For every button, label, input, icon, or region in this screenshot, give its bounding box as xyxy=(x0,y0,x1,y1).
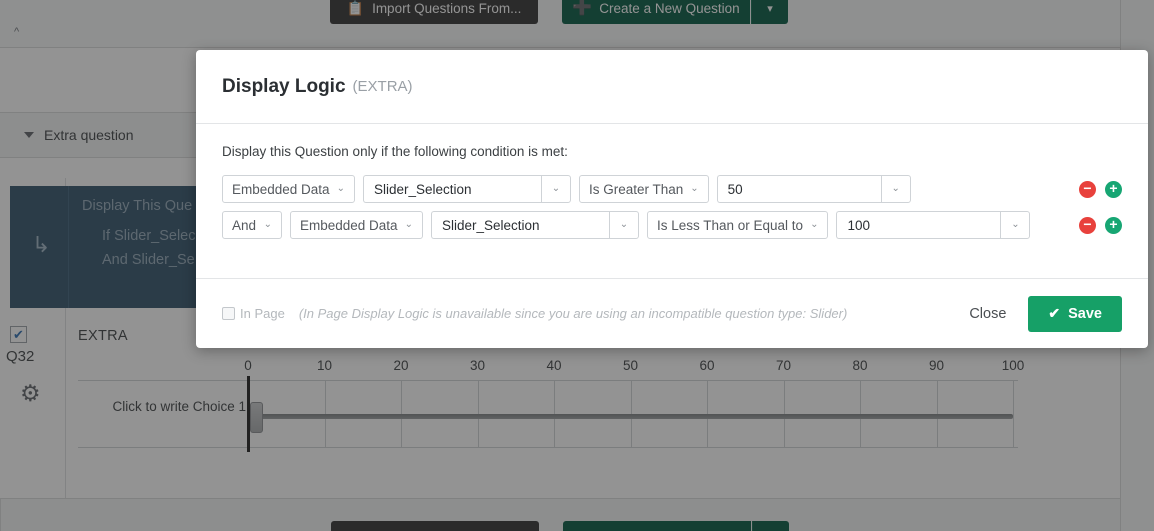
condition-value-dropdown-toggle[interactable]: ⌄ xyxy=(1000,211,1031,239)
conjunction-value: And xyxy=(232,217,257,233)
condition-row-actions: − + xyxy=(1079,216,1122,234)
app-root: 📋 Import Questions From... ➕ Create a Ne… xyxy=(0,0,1154,531)
condition-value-input[interactable]: 100 xyxy=(836,211,1001,239)
condition-value-combo: 100 ⌄ xyxy=(836,211,1031,239)
modal-subtitle: (EXTRA) xyxy=(352,78,413,95)
condition-field-dropdown-toggle[interactable]: ⌄ xyxy=(540,175,571,203)
condition-source-select[interactable]: Embedded Data ⌄ xyxy=(290,211,423,239)
modal-header: Display Logic (EXTRA) xyxy=(196,50,1148,124)
condition-prompt: Display this Question only if the follow… xyxy=(222,144,568,159)
checkmark-icon: ✔ xyxy=(1048,305,1061,321)
condition-operator-select[interactable]: Is Greater Than ⌄ xyxy=(578,175,709,203)
in-page-checkbox-group: In Page xyxy=(222,306,285,321)
footer-actions: Close ✔ Save xyxy=(965,295,1122,332)
condition-row: Embedded Data ⌄ Slider_Selection ⌄ Is Greate… xyxy=(222,175,1122,203)
condition-field-combo: Slider_Selection ⌄ xyxy=(362,175,571,203)
condition-operator-value: Is Less Than or Equal to xyxy=(656,217,804,233)
condition-field-input[interactable]: Slider_Selection xyxy=(430,211,609,239)
condition-row-actions: − + xyxy=(1079,180,1122,198)
condition-source-value: Embedded Data xyxy=(232,181,330,197)
condition-value-dropdown-toggle[interactable]: ⌄ xyxy=(880,175,911,203)
display-logic-modal: Display Logic (EXTRA) Display this Quest… xyxy=(196,50,1148,348)
in-page-label: In Page xyxy=(240,306,285,321)
condition-source-select[interactable]: Embedded Data ⌄ xyxy=(222,175,355,203)
chevron-down-icon: ⌄ xyxy=(891,183,900,194)
condition-source-value: Embedded Data xyxy=(300,217,398,233)
condition-value-combo: 50 ⌄ xyxy=(716,175,911,203)
save-button-label: Save xyxy=(1068,305,1102,322)
minus-circle-icon[interactable]: − xyxy=(1079,216,1096,234)
condition-field-combo: Slider_Selection ⌄ xyxy=(430,211,639,239)
plus-glyph: + xyxy=(1109,180,1118,196)
plus-circle-icon[interactable]: + xyxy=(1105,216,1122,234)
condition-list: Embedded Data ⌄ Slider_Selection ⌄ Is Greate… xyxy=(222,175,1122,239)
chevron-down-icon: ⌄ xyxy=(619,219,629,230)
chevron-down-icon: ⌄ xyxy=(551,183,561,194)
chevron-down-icon: ⌄ xyxy=(690,183,699,194)
minus-circle-icon[interactable]: − xyxy=(1079,180,1096,198)
condition-field-dropdown-toggle[interactable]: ⌄ xyxy=(608,211,639,239)
condition-row: And ⌄ Embedded Data ⌄ Slider_Selection ⌄ Is Le… xyxy=(222,211,1122,239)
plus-glyph: + xyxy=(1109,216,1118,232)
chevron-down-icon: ⌄ xyxy=(810,219,819,230)
modal-title: Display Logic xyxy=(222,75,346,97)
minus-glyph: − xyxy=(1083,180,1092,196)
chevron-down-icon: ⌄ xyxy=(263,219,272,230)
condition-operator-select[interactable]: Is Less Than or Equal to ⌄ xyxy=(646,211,829,239)
chevron-down-icon: ⌄ xyxy=(404,219,413,230)
chevron-down-icon: ⌄ xyxy=(336,183,345,194)
condition-value-input[interactable]: 50 xyxy=(716,175,881,203)
condition-field-input[interactable]: Slider_Selection xyxy=(362,175,541,203)
modal-body: Display this Question only if the follow… xyxy=(196,124,1148,278)
modal-footer: In Page (In Page Display Logic is unavai… xyxy=(196,278,1148,348)
close-button[interactable]: Close xyxy=(965,300,1010,328)
in-page-checkbox xyxy=(222,307,235,320)
conjunction-select[interactable]: And ⌄ xyxy=(222,211,282,239)
plus-circle-icon[interactable]: + xyxy=(1105,180,1122,198)
in-page-note: (In Page Display Logic is unavailable si… xyxy=(298,306,848,321)
minus-glyph: − xyxy=(1083,216,1092,232)
chevron-down-icon: ⌄ xyxy=(1011,219,1020,230)
condition-operator-value: Is Greater Than xyxy=(588,181,684,197)
save-button[interactable]: ✔ Save xyxy=(1028,295,1122,332)
